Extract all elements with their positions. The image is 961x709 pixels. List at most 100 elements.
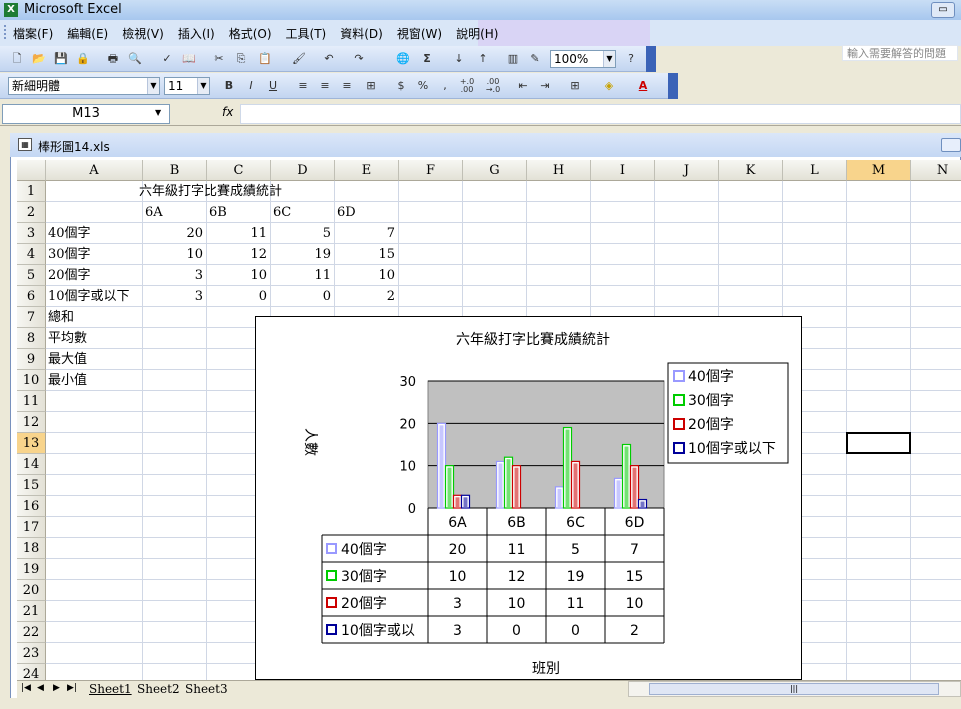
align-center-icon[interactable]: ≡ [316,78,334,94]
minimize-button[interactable]: ▭ [931,2,955,18]
row-header-8[interactable]: 8 [17,328,46,349]
chevron-down-icon[interactable]: ▼ [147,78,159,94]
percent-button[interactable]: % [414,78,432,94]
menu-item-4[interactable]: 格式(O) [229,25,272,42]
cell-value[interactable]: 10 [145,244,206,265]
name-box-chevron-down-icon[interactable]: ▼ [155,108,161,117]
comma-button[interactable]: , [436,78,454,94]
cell-row-label[interactable]: 40個字 [48,223,142,244]
column-header-G[interactable]: G [463,160,527,181]
cell-value[interactable]: 19 [273,244,334,265]
column-header-M[interactable]: M [847,160,911,181]
column-header-N[interactable]: N [911,160,961,181]
print-icon[interactable]: 🖶 [104,51,122,67]
merge-center-icon[interactable]: ⊞ [362,78,380,94]
cell-value[interactable]: 2 [337,286,398,307]
toolbar-options-handle[interactable] [668,73,678,99]
select-all-corner[interactable] [17,160,46,181]
cut-icon[interactable]: ✂ [210,51,228,67]
column-header-K[interactable]: K [719,160,783,181]
toolbar-options-handle[interactable] [646,46,656,72]
cell-title[interactable]: 六年級打字比賽成績統計 [139,181,282,202]
cell-value[interactable]: 20 [145,223,206,244]
sort-descending-icon[interactable]: ↑ [474,51,492,67]
prev-sheet-icon[interactable]: ◀ [37,683,44,693]
chevron-down-icon[interactable]: ▼ [603,51,615,67]
align-left-icon[interactable]: ≡ [294,78,312,94]
row-header-18[interactable]: 18 [17,538,46,559]
hyperlink-icon[interactable]: 🌐 [394,51,412,67]
cell-value[interactable]: 5 [273,223,334,244]
menu-item-7[interactable]: 視窗(W) [397,25,442,42]
cell-value[interactable]: 0 [209,286,270,307]
cell-stat-label[interactable]: 最大值 [48,349,142,370]
cell-row-label[interactable]: 10個字或以下 [48,286,142,307]
row-header-21[interactable]: 21 [17,601,46,622]
column-header-J[interactable]: J [655,160,719,181]
cell-class-header[interactable]: 6B [209,202,270,223]
cell-value[interactable]: 3 [145,265,206,286]
zoom-select[interactable]: 100% ▼ [550,50,616,68]
menu-grip[interactable] [4,25,7,39]
research-icon[interactable]: 📖 [180,51,198,67]
row-header-1[interactable]: 1 [17,181,46,202]
chart-wizard-icon[interactable]: ▥ [504,51,522,67]
row-header-17[interactable]: 17 [17,517,46,538]
fill-color-icon[interactable]: ◈ [600,78,618,94]
autosum-icon[interactable]: Σ [418,51,436,67]
cell-value[interactable]: 11 [273,265,334,286]
row-header-20[interactable]: 20 [17,580,46,601]
row-header-7[interactable]: 7 [17,307,46,328]
borders-icon[interactable]: ⊞ [566,78,584,94]
row-header-14[interactable]: 14 [17,454,46,475]
row-header-2[interactable]: 2 [17,202,46,223]
row-header-23[interactable]: 23 [17,643,46,664]
font-name-select[interactable]: 新細明體 ▼ [8,77,160,95]
menu-item-3[interactable]: 插入(I) [178,25,215,42]
first-sheet-icon[interactable]: |◀ [21,683,31,693]
decrease-decimal-button[interactable]: .00 →.0 [484,78,502,94]
row-header-9[interactable]: 9 [17,349,46,370]
formula-input[interactable] [240,104,961,124]
font-color-icon[interactable]: A [634,78,652,94]
font-size-select[interactable]: 11 ▼ [164,77,210,95]
paste-icon[interactable]: 📋 [256,51,274,67]
decrease-indent-icon[interactable]: ⇤ [514,78,532,94]
menu-item-8[interactable]: 說明(H) [456,25,498,42]
column-header-A[interactable]: A [46,160,143,181]
column-header-I[interactable]: I [591,160,655,181]
next-sheet-icon[interactable]: ▶ [53,683,60,693]
cell-value[interactable]: 10 [209,265,270,286]
menu-item-5[interactable]: 工具(T) [286,25,327,42]
row-header-16[interactable]: 16 [17,496,46,517]
cell-value[interactable]: 10 [337,265,398,286]
redo-icon[interactable]: ↷ [350,51,368,67]
workbook-minimize-button[interactable] [941,138,961,152]
format-painter-icon[interactable]: 🖌 [290,51,308,67]
row-header-24[interactable]: 24 [17,664,46,680]
column-header-D[interactable]: D [271,160,335,181]
row-header-12[interactable]: 12 [17,412,46,433]
cell-row-label[interactable]: 30個字 [48,244,142,265]
new-icon[interactable]: 🗋 [8,51,26,67]
cell-value[interactable]: 12 [209,244,270,265]
embedded-chart[interactable]: 六年級打字比賽成績統計 0 10 20 30 人數 6A 6B 6C 6D 40個字 20 11 5 7 30… [255,316,802,680]
currency-icon[interactable]: $ [392,78,410,94]
menu-item-1[interactable]: 編輯(E) [67,25,108,42]
column-header-C[interactable]: C [207,160,271,181]
print-preview-icon[interactable]: 🔍 [126,51,144,67]
cell-class-header[interactable]: 6A [145,202,206,223]
increase-indent-icon[interactable]: ⇥ [536,78,554,94]
cell-value[interactable]: 0 [273,286,334,307]
cell-stat-label[interactable]: 總和 [48,307,142,328]
sheet-tab-sheet1[interactable]: Sheet1 [89,681,132,698]
row-header-4[interactable]: 4 [17,244,46,265]
column-header-F[interactable]: F [399,160,463,181]
row-header-13[interactable]: 13 [17,433,46,454]
row-header-5[interactable]: 5 [17,265,46,286]
sheet-tab-sheet2[interactable]: Sheet2 [137,681,180,698]
row-header-11[interactable]: 11 [17,391,46,412]
column-header-H[interactable]: H [527,160,591,181]
fx-icon[interactable]: fx [222,105,233,119]
last-sheet-icon[interactable]: ▶| [67,683,77,693]
